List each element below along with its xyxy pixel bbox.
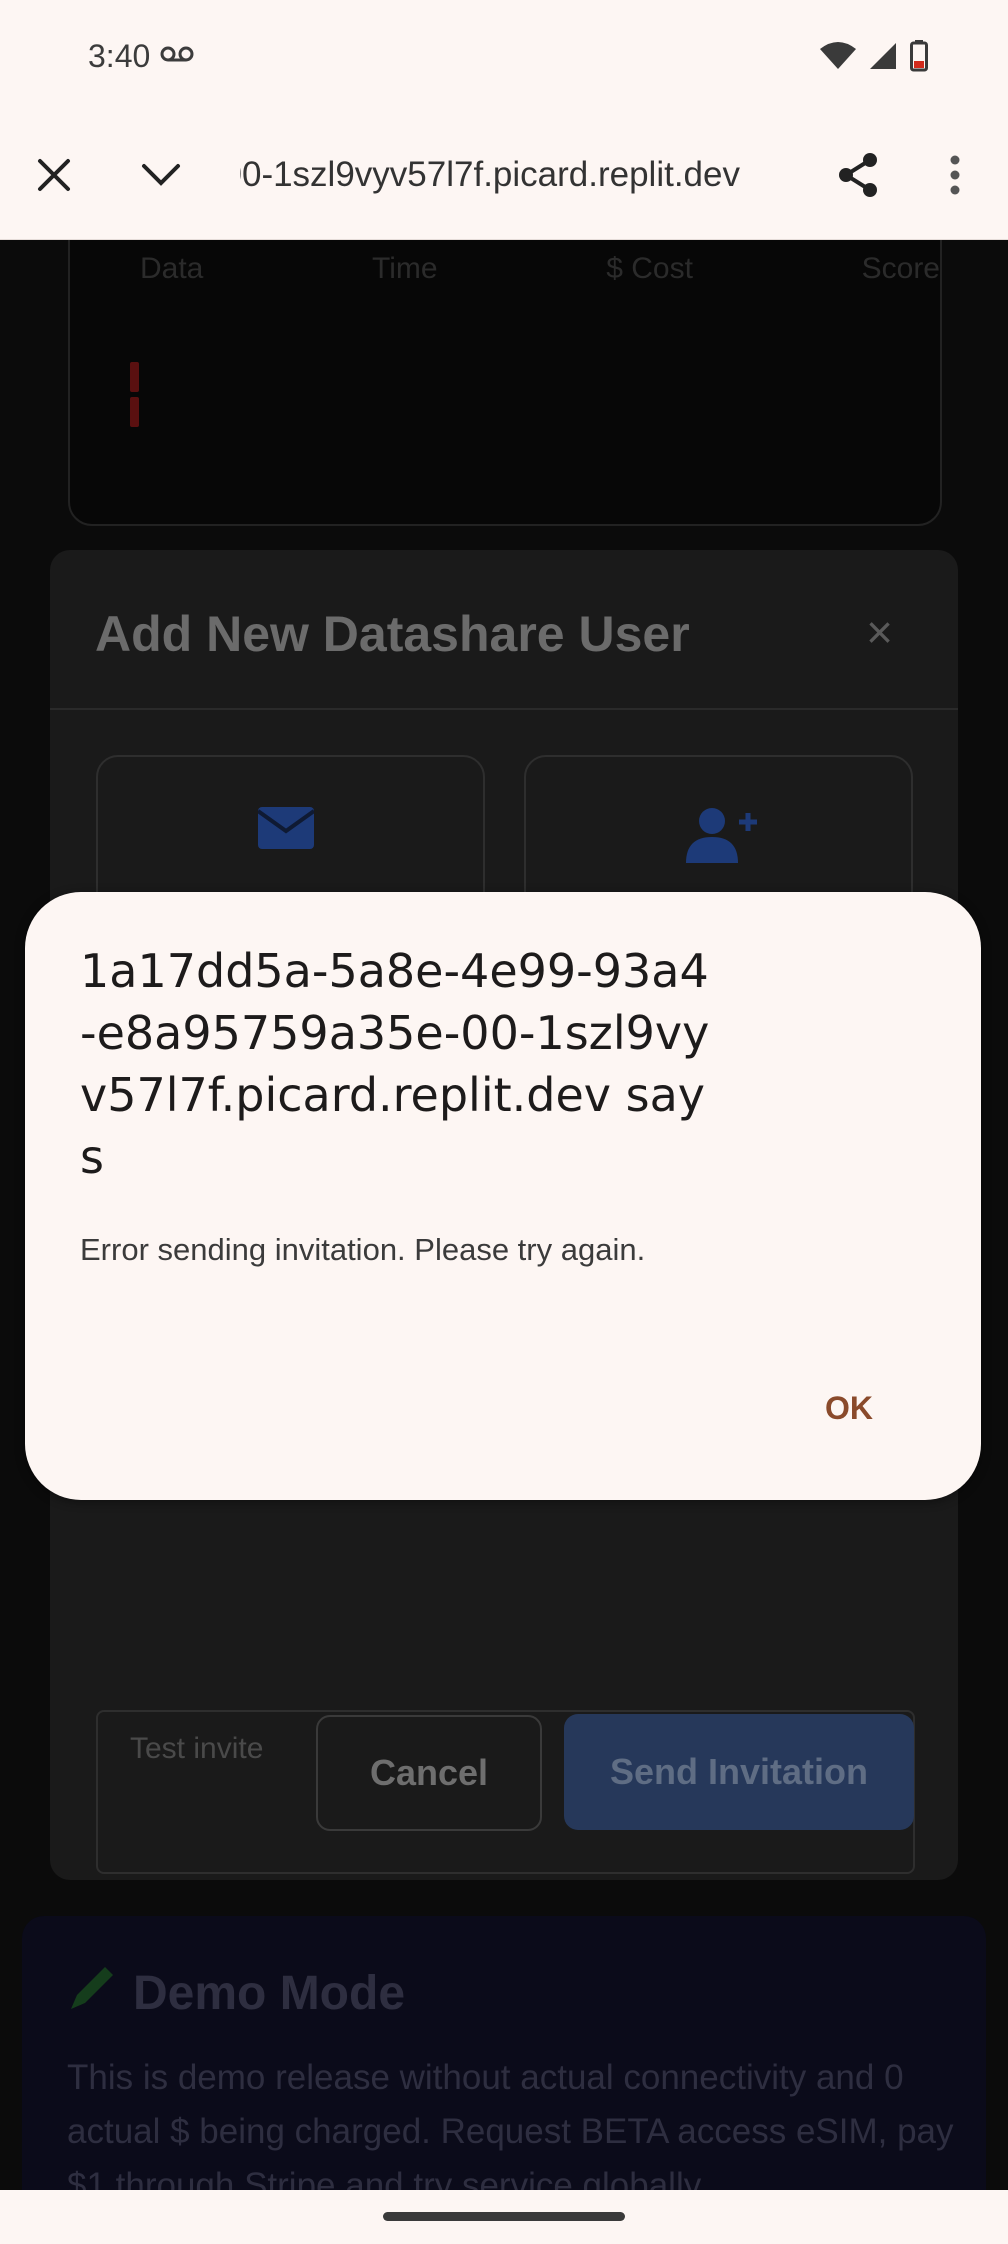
ok-button[interactable]: OK bbox=[825, 1390, 873, 1427]
stats-headers: Data Time $ Cost Score bbox=[140, 252, 940, 286]
browser-toolbar: 1a17dd5a-5a8e-4e99-93a4-e8a95759a35e-00-… bbox=[0, 115, 1008, 240]
add-user-icon bbox=[686, 807, 758, 868]
stats-card: Data Time $ Cost Score bbox=[68, 240, 942, 526]
chevron-down-icon bbox=[142, 164, 180, 186]
demo-title: Demo Mode bbox=[133, 1966, 406, 2020]
message-value: Test invite bbox=[130, 1732, 264, 1765]
alert-dialog: 1a17dd5a-5a8e-4e99-93a4-e8a95759a35e-00-… bbox=[25, 892, 981, 1500]
share-icon bbox=[839, 153, 877, 197]
cancel-button[interactable]: Cancel bbox=[316, 1715, 542, 1831]
divider bbox=[50, 708, 958, 710]
more-vert-icon bbox=[950, 155, 960, 195]
modal-title: Add New Datashare User bbox=[95, 606, 690, 662]
wifi-icon bbox=[820, 41, 856, 76]
url-text[interactable]: 1a17dd5a-5a8e-4e99-93a4-e8a95759a35e-00-… bbox=[240, 155, 740, 205]
demo-text: This is demo release without actual conn… bbox=[67, 2058, 954, 2190]
stats-header-cost: $ Cost bbox=[606, 252, 693, 285]
pencil-icon bbox=[67, 1961, 119, 2025]
navigation-bar bbox=[0, 2190, 1008, 2244]
signal-icon bbox=[868, 41, 898, 76]
close-icon bbox=[38, 159, 70, 191]
stats-header-score: Score bbox=[861, 252, 940, 285]
send-invitation-button[interactable]: Send Invitation bbox=[564, 1714, 914, 1830]
minimize-button[interactable] bbox=[131, 145, 191, 205]
alert-message: Error sending invitation. Please try aga… bbox=[80, 1232, 646, 1267]
more-options-button[interactable] bbox=[925, 145, 985, 205]
close-tab-button[interactable] bbox=[24, 145, 84, 205]
share-button[interactable] bbox=[828, 145, 888, 205]
stats-header-data: Data bbox=[140, 252, 204, 285]
demo-mode-card: Demo Mode This is demo release without a… bbox=[22, 1916, 986, 2190]
clock: 3:40 bbox=[88, 38, 151, 74]
gesture-handle[interactable] bbox=[383, 2212, 625, 2221]
voicemail-icon bbox=[160, 44, 196, 69]
system-icons bbox=[820, 40, 928, 77]
stats-header-time: Time bbox=[372, 252, 438, 285]
envelope-icon bbox=[256, 807, 316, 854]
status-bar: 3:40 bbox=[0, 0, 1008, 115]
pause-icon[interactable] bbox=[130, 362, 156, 427]
modal-close-button[interactable]: × bbox=[866, 605, 893, 659]
battery-icon bbox=[910, 40, 928, 77]
alert-heading: 1a17dd5a-5a8e-4e99-93a4-e8a95759a35e-00-… bbox=[80, 944, 710, 1184]
